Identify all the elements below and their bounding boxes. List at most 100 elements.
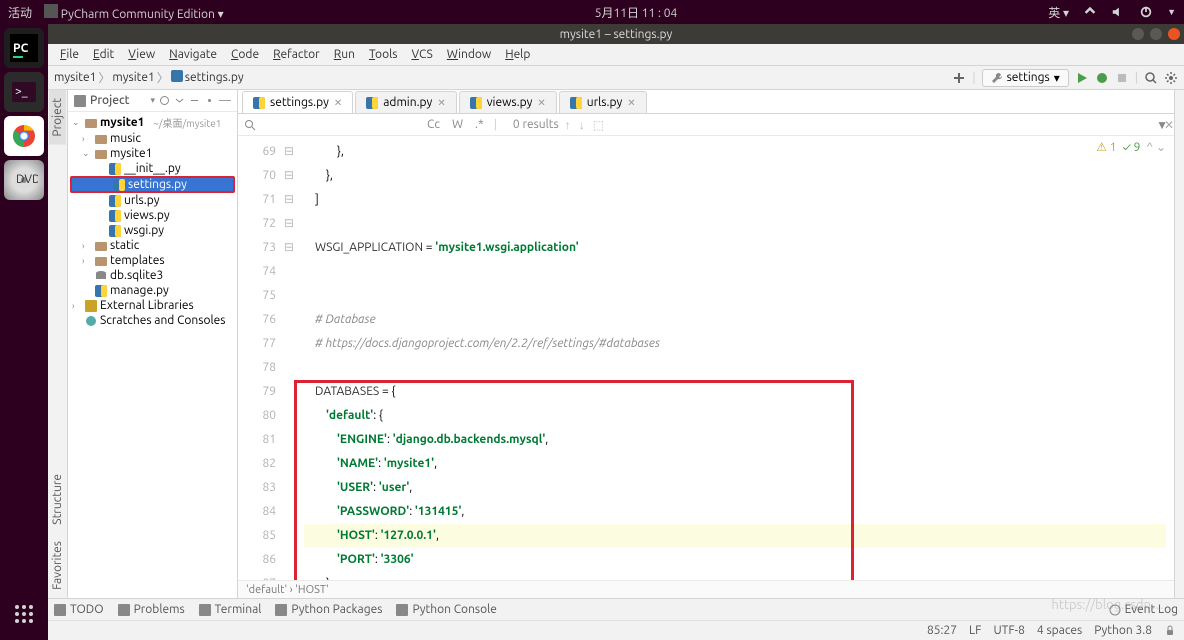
debug-button[interactable]	[1095, 71, 1109, 85]
bottom-tool-python-console[interactable]: Python Console	[396, 603, 497, 616]
close-icon[interactable]: ✕	[537, 97, 545, 109]
tab-urls-py[interactable]: urls.py✕	[559, 91, 647, 113]
tree-item-urls-py[interactable]: urls.py	[68, 193, 237, 208]
search-input[interactable]	[262, 118, 417, 131]
code-breadcrumb[interactable]: 'default' › 'HOST'	[238, 580, 1174, 598]
py-icon	[109, 195, 121, 207]
caret-position[interactable]: 85:27	[927, 624, 957, 637]
fold-gutter[interactable]: ⊟⊟⊟⊟⊟	[282, 136, 296, 580]
tree-item-mysite1[interactable]: ⌄mysite1	[68, 146, 237, 161]
close-icon[interactable]: ✕	[437, 97, 445, 109]
system-menu-chevron-icon[interactable]: ▼	[1167, 7, 1176, 17]
search-next-icon[interactable]: ↓	[579, 118, 585, 132]
menu-code[interactable]: Code	[225, 46, 265, 63]
tree-item-static[interactable]: ›static	[68, 238, 237, 253]
folder-icon	[95, 133, 107, 145]
menu-edit[interactable]: Edit	[87, 46, 120, 63]
run-config-selector[interactable]: settings ▾	[982, 69, 1069, 87]
search-opt-Cc[interactable]: Cc	[423, 117, 444, 132]
code-content[interactable]: }, }, ] WSGI_APPLICATION = 'mysite1.wsgi…	[296, 136, 1174, 580]
launcher-chrome[interactable]	[4, 116, 44, 156]
tab-admin-py[interactable]: admin.py✕	[355, 91, 456, 113]
tree-item-Scratches-and-Consoles[interactable]: Scratches and Consoles	[68, 313, 237, 328]
close-icon[interactable]: ✕	[334, 97, 342, 109]
menu-file[interactable]: File	[54, 46, 85, 63]
volume-icon[interactable]	[1111, 5, 1125, 19]
menu-navigate[interactable]: Navigate	[163, 46, 223, 63]
tool-settings-icon[interactable]	[204, 95, 215, 106]
tree-item-music[interactable]: ›music	[68, 131, 237, 146]
structure-tool-button[interactable]: Structure	[49, 466, 66, 533]
menu-vcs[interactable]: VCS	[405, 46, 438, 63]
search-icon	[244, 119, 256, 131]
activities-button[interactable]: 活动	[8, 4, 32, 21]
menu-help[interactable]: Help	[499, 46, 536, 63]
system-clock[interactable]: 5月11日 11 : 04	[224, 4, 1049, 21]
navigation-breadcrumb[interactable]: mysite1〉mysite1〉 settings.py	[54, 69, 244, 86]
hide-tool-icon[interactable]: —	[219, 94, 231, 107]
tree-item-wsgi-py[interactable]: wsgi.py	[68, 223, 237, 238]
bottom-tool-todo[interactable]: TODO	[54, 603, 104, 616]
watermark: https://blog.csdn…	[1051, 598, 1164, 612]
project-tree[interactable]: ⌄ mysite1 ~/桌面/mysite1 ›music⌄mysite1__i…	[68, 112, 237, 598]
tree-item-views-py[interactable]: views.py	[68, 208, 237, 223]
settings-icon[interactable]	[1164, 71, 1178, 85]
file-encoding[interactable]: UTF-8	[993, 624, 1024, 637]
input-method[interactable]: 英 ▾	[1048, 4, 1069, 21]
tab-settings-py[interactable]: settings.py✕	[242, 91, 353, 113]
favorites-tool-button[interactable]: Favorites	[49, 533, 66, 598]
network-icon[interactable]	[1083, 5, 1097, 19]
indent-setting[interactable]: 4 spaces	[1037, 624, 1082, 637]
search-opt-.*[interactable]: .*	[471, 117, 488, 132]
power-icon[interactable]	[1139, 5, 1153, 19]
editor-search-bar: CcW.* | 0 results ↑ ↓ ⬚ ▼ ✕	[238, 114, 1174, 136]
project-tool-button[interactable]: Project	[49, 90, 66, 145]
app-indicator[interactable]: PyCharm Community Edition ▾	[44, 4, 224, 21]
close-icon[interactable]: ✕	[627, 97, 635, 109]
search-everywhere-icon[interactable]	[1144, 71, 1158, 85]
launcher-apps-grid[interactable]	[4, 594, 44, 634]
search-select-all-icon[interactable]: ⬚	[593, 118, 604, 132]
menu-view[interactable]: View	[122, 46, 161, 63]
collapse-icon[interactable]	[189, 95, 200, 106]
python-interpreter[interactable]: Python 3.8	[1094, 624, 1152, 637]
window-title: mysite1 – settings.py	[560, 28, 673, 41]
bottom-tool-problems[interactable]: Problems	[118, 603, 185, 616]
menu-tools[interactable]: Tools	[363, 46, 404, 63]
window-close[interactable]	[1168, 28, 1180, 40]
tree-item-settings-py[interactable]: settings.py	[70, 176, 235, 193]
bottom-tool-terminal[interactable]: Terminal	[199, 603, 262, 616]
lock-icon[interactable]	[1164, 625, 1176, 637]
tree-item-manage-py[interactable]: manage.py	[68, 283, 237, 298]
tree-item-templates[interactable]: ›templates	[68, 253, 237, 268]
window-minimize[interactable]	[1132, 28, 1144, 40]
search-prev-icon[interactable]: ↑	[565, 118, 571, 132]
left-tool-strip: Project Structure Favorites	[48, 90, 68, 598]
tab-views-py[interactable]: views.py✕	[459, 91, 557, 113]
search-results-count: 0 results	[513, 118, 559, 131]
add-config-icon[interactable]	[952, 71, 966, 85]
tree-item-db-sqlite3[interactable]: db.sqlite3	[68, 268, 237, 283]
launcher-terminal[interactable]: >_	[4, 72, 44, 112]
project-root[interactable]: ⌄ mysite1 ~/桌面/mysite1	[68, 114, 237, 131]
bottom-tool-strip: TODO Problems Terminal Python Packages Pytho…	[48, 598, 1184, 620]
stop-button[interactable]	[1115, 71, 1129, 85]
menu-refactor[interactable]: Refactor	[267, 46, 326, 63]
menu-window[interactable]: Window	[441, 46, 497, 63]
tree-item-__init__-py[interactable]: __init__.py	[68, 161, 237, 176]
launcher-disc[interactable]: DVD	[4, 160, 44, 200]
ide-window: mysite1 – settings.py FileEditViewNaviga…	[48, 24, 1184, 640]
expand-all-icon[interactable]	[174, 95, 185, 106]
window-titlebar[interactable]: mysite1 – settings.py	[48, 24, 1184, 44]
select-opened-icon[interactable]	[159, 95, 170, 106]
window-maximize[interactable]	[1150, 28, 1162, 40]
launcher-pycharm[interactable]: PC	[4, 28, 44, 68]
code-editor[interactable]: 6970717273747576777879808182838485868788…	[238, 136, 1174, 580]
line-ending[interactable]: LF	[969, 624, 981, 637]
bottom-tool-python-packages[interactable]: Python Packages	[275, 603, 382, 616]
tree-item-External-Libraries[interactable]: ›External Libraries	[68, 298, 237, 313]
run-button[interactable]	[1075, 71, 1089, 85]
search-close-icon[interactable]: ✕	[1164, 118, 1174, 132]
search-opt-W[interactable]: W	[448, 117, 467, 132]
menu-run[interactable]: Run	[328, 46, 361, 63]
